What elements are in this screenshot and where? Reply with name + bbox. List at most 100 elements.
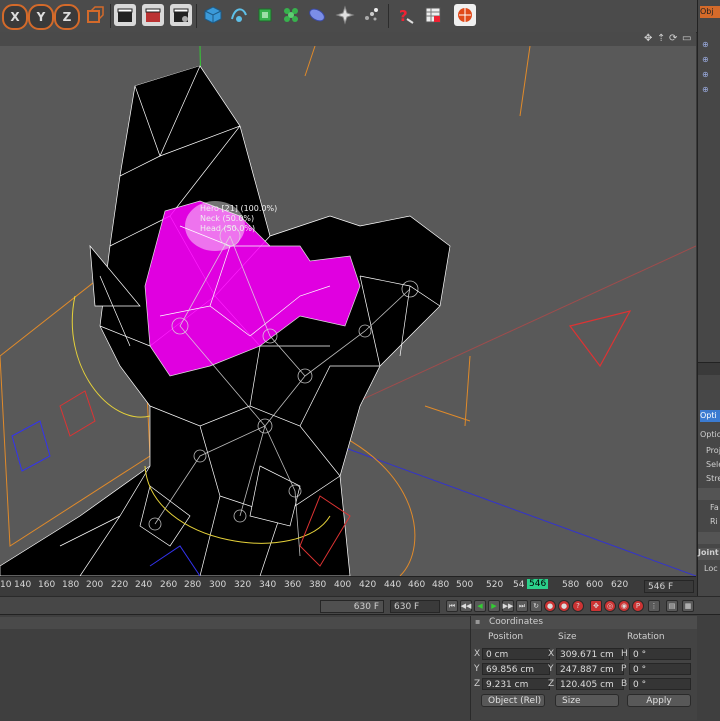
parameter-key-icon[interactable]: P bbox=[632, 600, 644, 612]
end-frame-field[interactable]: 630 F bbox=[390, 600, 440, 613]
axis-y-label: Y bbox=[36, 10, 46, 24]
autokey-icon[interactable]: ● bbox=[558, 600, 570, 612]
next-key-icon[interactable]: ▶▶ bbox=[502, 600, 514, 612]
position-y-field[interactable]: 69.856 cm bbox=[482, 663, 550, 675]
axis-label: Y bbox=[474, 664, 480, 674]
svg-text:?: ? bbox=[399, 7, 408, 25]
camera-icon[interactable] bbox=[360, 4, 382, 26]
render-view-icon[interactable] bbox=[114, 4, 136, 26]
size-mode-select[interactable]: Size bbox=[555, 694, 619, 707]
attr-row-label: Sele bbox=[706, 460, 720, 469]
timeline-tick: 580 bbox=[562, 580, 580, 590]
section-joint[interactable]: Joint bbox=[698, 548, 720, 560]
timeline-layout-icon[interactable]: ▦ bbox=[682, 600, 694, 612]
scale-key-icon[interactable]: ◎ bbox=[604, 600, 616, 612]
axis-y-lock-button[interactable]: Y bbox=[28, 4, 54, 30]
position-header: Position bbox=[488, 632, 524, 642]
timeline-ruler[interactable]: 10 140 160 180 200 220 240 260 280 300 3… bbox=[0, 576, 696, 595]
timeline-options-icon[interactable]: ▤ bbox=[666, 600, 678, 612]
tree-item[interactable]: ⊕ bbox=[702, 55, 709, 64]
coordinates-panel: ▪ Coordinates Position Size Rotation X 0… bbox=[470, 616, 697, 720]
timeline-tick: 520 bbox=[486, 580, 504, 590]
coordinate-system-icon[interactable] bbox=[84, 4, 106, 26]
attribute-manager-header bbox=[698, 362, 720, 375]
goto-start-icon[interactable]: ⏮ bbox=[446, 600, 458, 612]
timeline-tick: 10 bbox=[0, 580, 12, 590]
size-x-field[interactable]: 309.671 cm bbox=[556, 648, 624, 660]
attr-row: Ri bbox=[710, 517, 718, 526]
attr-row-label: Proj bbox=[706, 446, 720, 455]
tree-item[interactable]: ⊕ bbox=[702, 40, 709, 49]
play-backward-icon[interactable]: ◀ bbox=[474, 600, 486, 612]
rotation-h-field[interactable]: 0 ° bbox=[629, 648, 691, 660]
axis-x-lock-button[interactable]: X bbox=[2, 4, 28, 30]
tree-item[interactable]: ⊕ bbox=[702, 70, 709, 79]
coordinates-header: ▪ Coordinates bbox=[471, 616, 697, 629]
axis-label: Y bbox=[548, 664, 554, 674]
axis-z-label: Z bbox=[62, 10, 72, 24]
coordinates-title: Coordinates bbox=[489, 617, 544, 627]
section-options: Optio bbox=[700, 430, 720, 439]
timeline-tick: 180 bbox=[62, 580, 80, 590]
timeline-tick: 200 bbox=[86, 580, 104, 590]
timeline-tick: 400 bbox=[334, 580, 352, 590]
render-settings-icon[interactable] bbox=[170, 4, 192, 26]
position-x-field[interactable]: 0 cm bbox=[482, 648, 550, 660]
tab-objects[interactable]: Obj bbox=[700, 6, 720, 18]
size-y-field[interactable]: 247.887 cm bbox=[556, 663, 624, 675]
rotation-b-field[interactable]: 0 ° bbox=[629, 678, 691, 690]
cube-icon[interactable] bbox=[202, 4, 224, 26]
section-header[interactable] bbox=[698, 488, 720, 500]
browser-icon[interactable] bbox=[454, 4, 476, 26]
attr-row: Stre bbox=[706, 474, 720, 483]
rotation-p-field[interactable]: 0 ° bbox=[629, 663, 691, 675]
cloner-icon[interactable] bbox=[280, 4, 302, 26]
render-picture-viewer-icon[interactable] bbox=[142, 4, 164, 26]
playback-bar: 630 F 630 F ⏮ ◀◀ ◀ ▶ ▶▶ ⏭ ↻ ● ● ? ✥ ◎ ◉ … bbox=[0, 596, 720, 615]
attr-row: Sele bbox=[706, 460, 720, 469]
weight-tooltip: Hero [21] (100.0%) Neck (50.0%) Head (50… bbox=[200, 204, 277, 234]
attr-row: Fa bbox=[710, 503, 719, 512]
loop-icon[interactable]: ↻ bbox=[530, 600, 542, 612]
tab-options[interactable]: Opti bbox=[700, 410, 720, 422]
record-icon[interactable]: ● bbox=[544, 600, 556, 612]
weight-line: Head (50.0%) bbox=[200, 224, 256, 233]
zoom-view-icon[interactable]: ⇡ bbox=[657, 33, 665, 44]
position-z-field[interactable]: 9.231 cm bbox=[482, 678, 550, 690]
timeline-tick: 480 bbox=[432, 580, 450, 590]
panel-grip-icon: ▪ bbox=[475, 617, 481, 626]
scene-icon[interactable] bbox=[334, 4, 356, 26]
subdivision-icon[interactable] bbox=[254, 4, 276, 26]
prev-key-icon[interactable]: ◀◀ bbox=[460, 600, 472, 612]
tree-item[interactable]: ⊕ bbox=[702, 85, 709, 94]
spline-pen-icon[interactable] bbox=[228, 4, 250, 26]
position-key-icon[interactable]: ✥ bbox=[590, 600, 602, 612]
pla-key-icon[interactable]: ⋮ bbox=[648, 600, 660, 612]
layout-icon[interactable] bbox=[422, 4, 444, 26]
attr-row-label: Stre bbox=[706, 474, 720, 483]
deformer-icon[interactable] bbox=[306, 4, 328, 26]
3d-viewport[interactable]: Hero [21] (100.0%) Neck (50.0%) Head (50… bbox=[0, 46, 696, 576]
timeline-tick: 620 bbox=[611, 580, 629, 590]
goto-end-icon[interactable]: ⏭ bbox=[516, 600, 528, 612]
current-frame-field[interactable]: 546 F bbox=[644, 580, 694, 593]
section-header[interactable] bbox=[698, 532, 720, 544]
axis-label: P bbox=[621, 664, 627, 674]
axis-z-lock-button[interactable]: Z bbox=[54, 4, 80, 30]
move-view-icon[interactable]: ✥ bbox=[644, 33, 652, 44]
attr-row: Proj bbox=[706, 446, 720, 455]
apply-button[interactable]: Apply bbox=[627, 694, 691, 707]
rotate-view-icon[interactable]: ⟳ bbox=[669, 33, 677, 44]
rotation-key-icon[interactable]: ◉ bbox=[618, 600, 630, 612]
axis-label: Z bbox=[474, 679, 481, 689]
maximize-view-icon[interactable]: ▭ bbox=[682, 33, 691, 44]
play-forward-icon[interactable]: ▶ bbox=[488, 600, 500, 612]
end-frame-display: 630 F bbox=[320, 600, 384, 613]
timeline-tick: 340 bbox=[259, 580, 277, 590]
help-icon[interactable]: ? bbox=[394, 4, 416, 26]
timeline-tick: 360 bbox=[284, 580, 302, 590]
keyframe-selection-icon[interactable]: ? bbox=[572, 600, 584, 612]
current-frame-marker[interactable]: 546 bbox=[527, 579, 549, 589]
size-z-field[interactable]: 120.405 cm bbox=[556, 678, 624, 690]
coordinate-mode-select[interactable]: Object (Rel) bbox=[481, 694, 545, 707]
